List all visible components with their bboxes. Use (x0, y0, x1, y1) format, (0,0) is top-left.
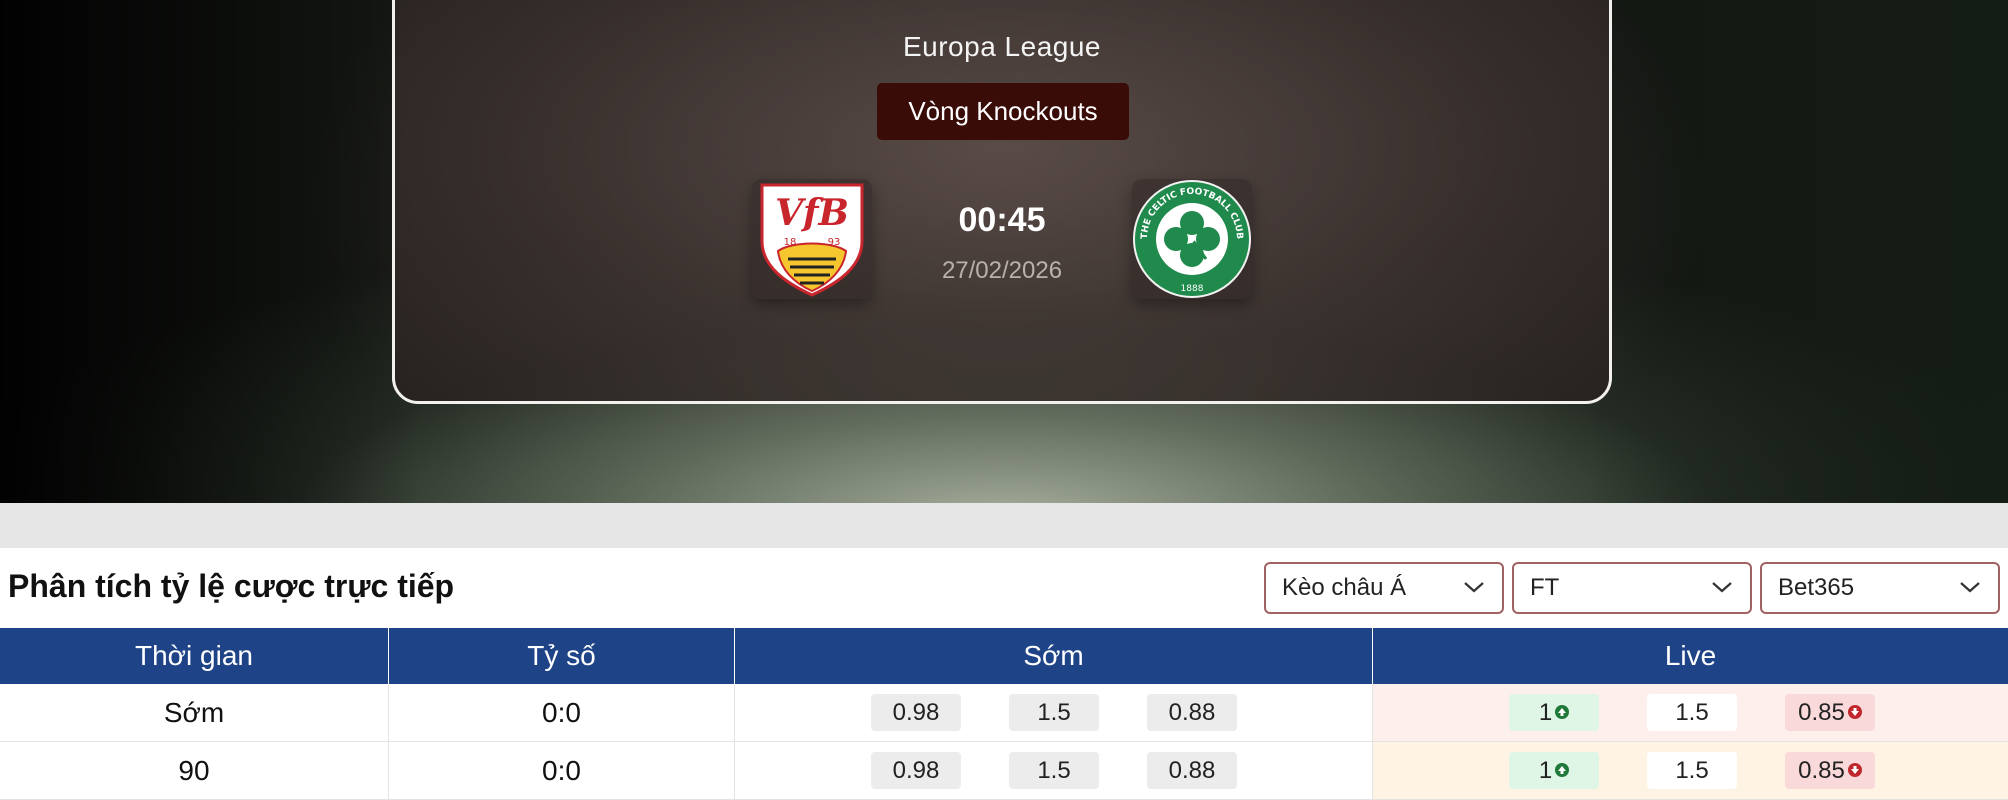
live-away-odds: 0.85 (1785, 694, 1875, 731)
live-home-odds: 1 (1509, 752, 1599, 789)
column-header-score: Tỷ số (389, 628, 735, 684)
live-away-odds-value: 0.85 (1798, 757, 1845, 784)
live-handicap: 1.5 (1647, 694, 1737, 731)
chevron-down-icon (1464, 582, 1484, 593)
celtic-fc-crest-icon: THE CELTIC FOOTBALL CLUB 1888 (1133, 180, 1251, 298)
match-card: Europa League Vòng Knockouts VfB 18 93 0… (392, 0, 1612, 404)
live-away-odds: 0.85 (1785, 752, 1875, 789)
time-cell: 90 (0, 742, 389, 799)
kickoff-time: 00:45 (958, 201, 1046, 239)
bookmaker-dropdown[interactable]: Bet365 (1760, 562, 2000, 614)
early-away-odds: 0.88 (1147, 752, 1237, 789)
chevron-down-icon (1960, 582, 1980, 593)
time-cell: Sớm (0, 684, 389, 741)
odds-section-title: Phân tích tỷ lệ cược trực tiếp (8, 568, 455, 604)
early-handicap: 1.5 (1009, 694, 1099, 731)
bookmaker-value: Bet365 (1778, 574, 1855, 601)
live-home-odds-value: 1 (1538, 699, 1553, 726)
table-header: Thời gian Tỷ số Sớm Live (0, 628, 2008, 684)
score-cell: 0:0 (389, 742, 735, 799)
column-header-early: Sớm (735, 628, 1373, 684)
arrow-up-icon (1555, 704, 1570, 719)
live-home-odds: 1 (1509, 694, 1599, 731)
early-away-odds: 0.88 (1147, 694, 1237, 731)
arrow-up-icon (1555, 762, 1570, 777)
period-value: FT (1530, 574, 1560, 601)
early-home-odds: 0.98 (871, 752, 961, 789)
arrow-down-icon (1847, 704, 1862, 719)
early-odds-cell: 0.98 1.5 0.88 (735, 742, 1373, 799)
section-divider (0, 503, 2008, 548)
away-logo-year: 1888 (1181, 284, 1204, 294)
odds-type-dropdown[interactable]: Kèo châu Á (1264, 562, 1504, 614)
odds-type-value: Kèo châu Á (1282, 574, 1407, 601)
round-badge: Vòng Knockouts (877, 83, 1129, 140)
table-row: Sớm 0:0 0.98 1.5 0.88 1 1.5 0.85 (0, 684, 2008, 742)
arrow-down-icon (1847, 762, 1862, 777)
live-away-odds-value: 0.85 (1798, 699, 1845, 726)
away-team-logo[interactable]: THE CELTIC FOOTBALL CLUB 1888 (1132, 179, 1252, 299)
live-odds-cell: 1 1.5 0.85 (1373, 742, 2008, 799)
chevron-down-icon (1712, 582, 1732, 593)
live-handicap: 1.5 (1647, 752, 1737, 789)
live-odds-cell: 1 1.5 0.85 (1373, 684, 2008, 741)
column-header-live: Live (1664, 640, 1717, 671)
early-odds-cell: 0.98 1.5 0.88 (735, 684, 1373, 741)
early-home-odds: 0.98 (871, 694, 961, 731)
column-header-time: Thời gian (0, 628, 389, 684)
match-date: 27/02/2026 (941, 257, 1063, 284)
competition-name: Europa League (902, 31, 1101, 62)
early-handicap: 1.5 (1009, 752, 1099, 789)
table-row: 90 0:0 0.98 1.5 0.88 1 1.5 0.85 (0, 742, 2008, 800)
live-home-odds-value: 1 (1538, 757, 1553, 784)
score-cell: 0:0 (389, 684, 735, 741)
period-dropdown[interactable]: FT (1512, 562, 1752, 614)
match-hero: Europa League Vòng Knockouts VfB 18 93 0… (0, 0, 2008, 503)
